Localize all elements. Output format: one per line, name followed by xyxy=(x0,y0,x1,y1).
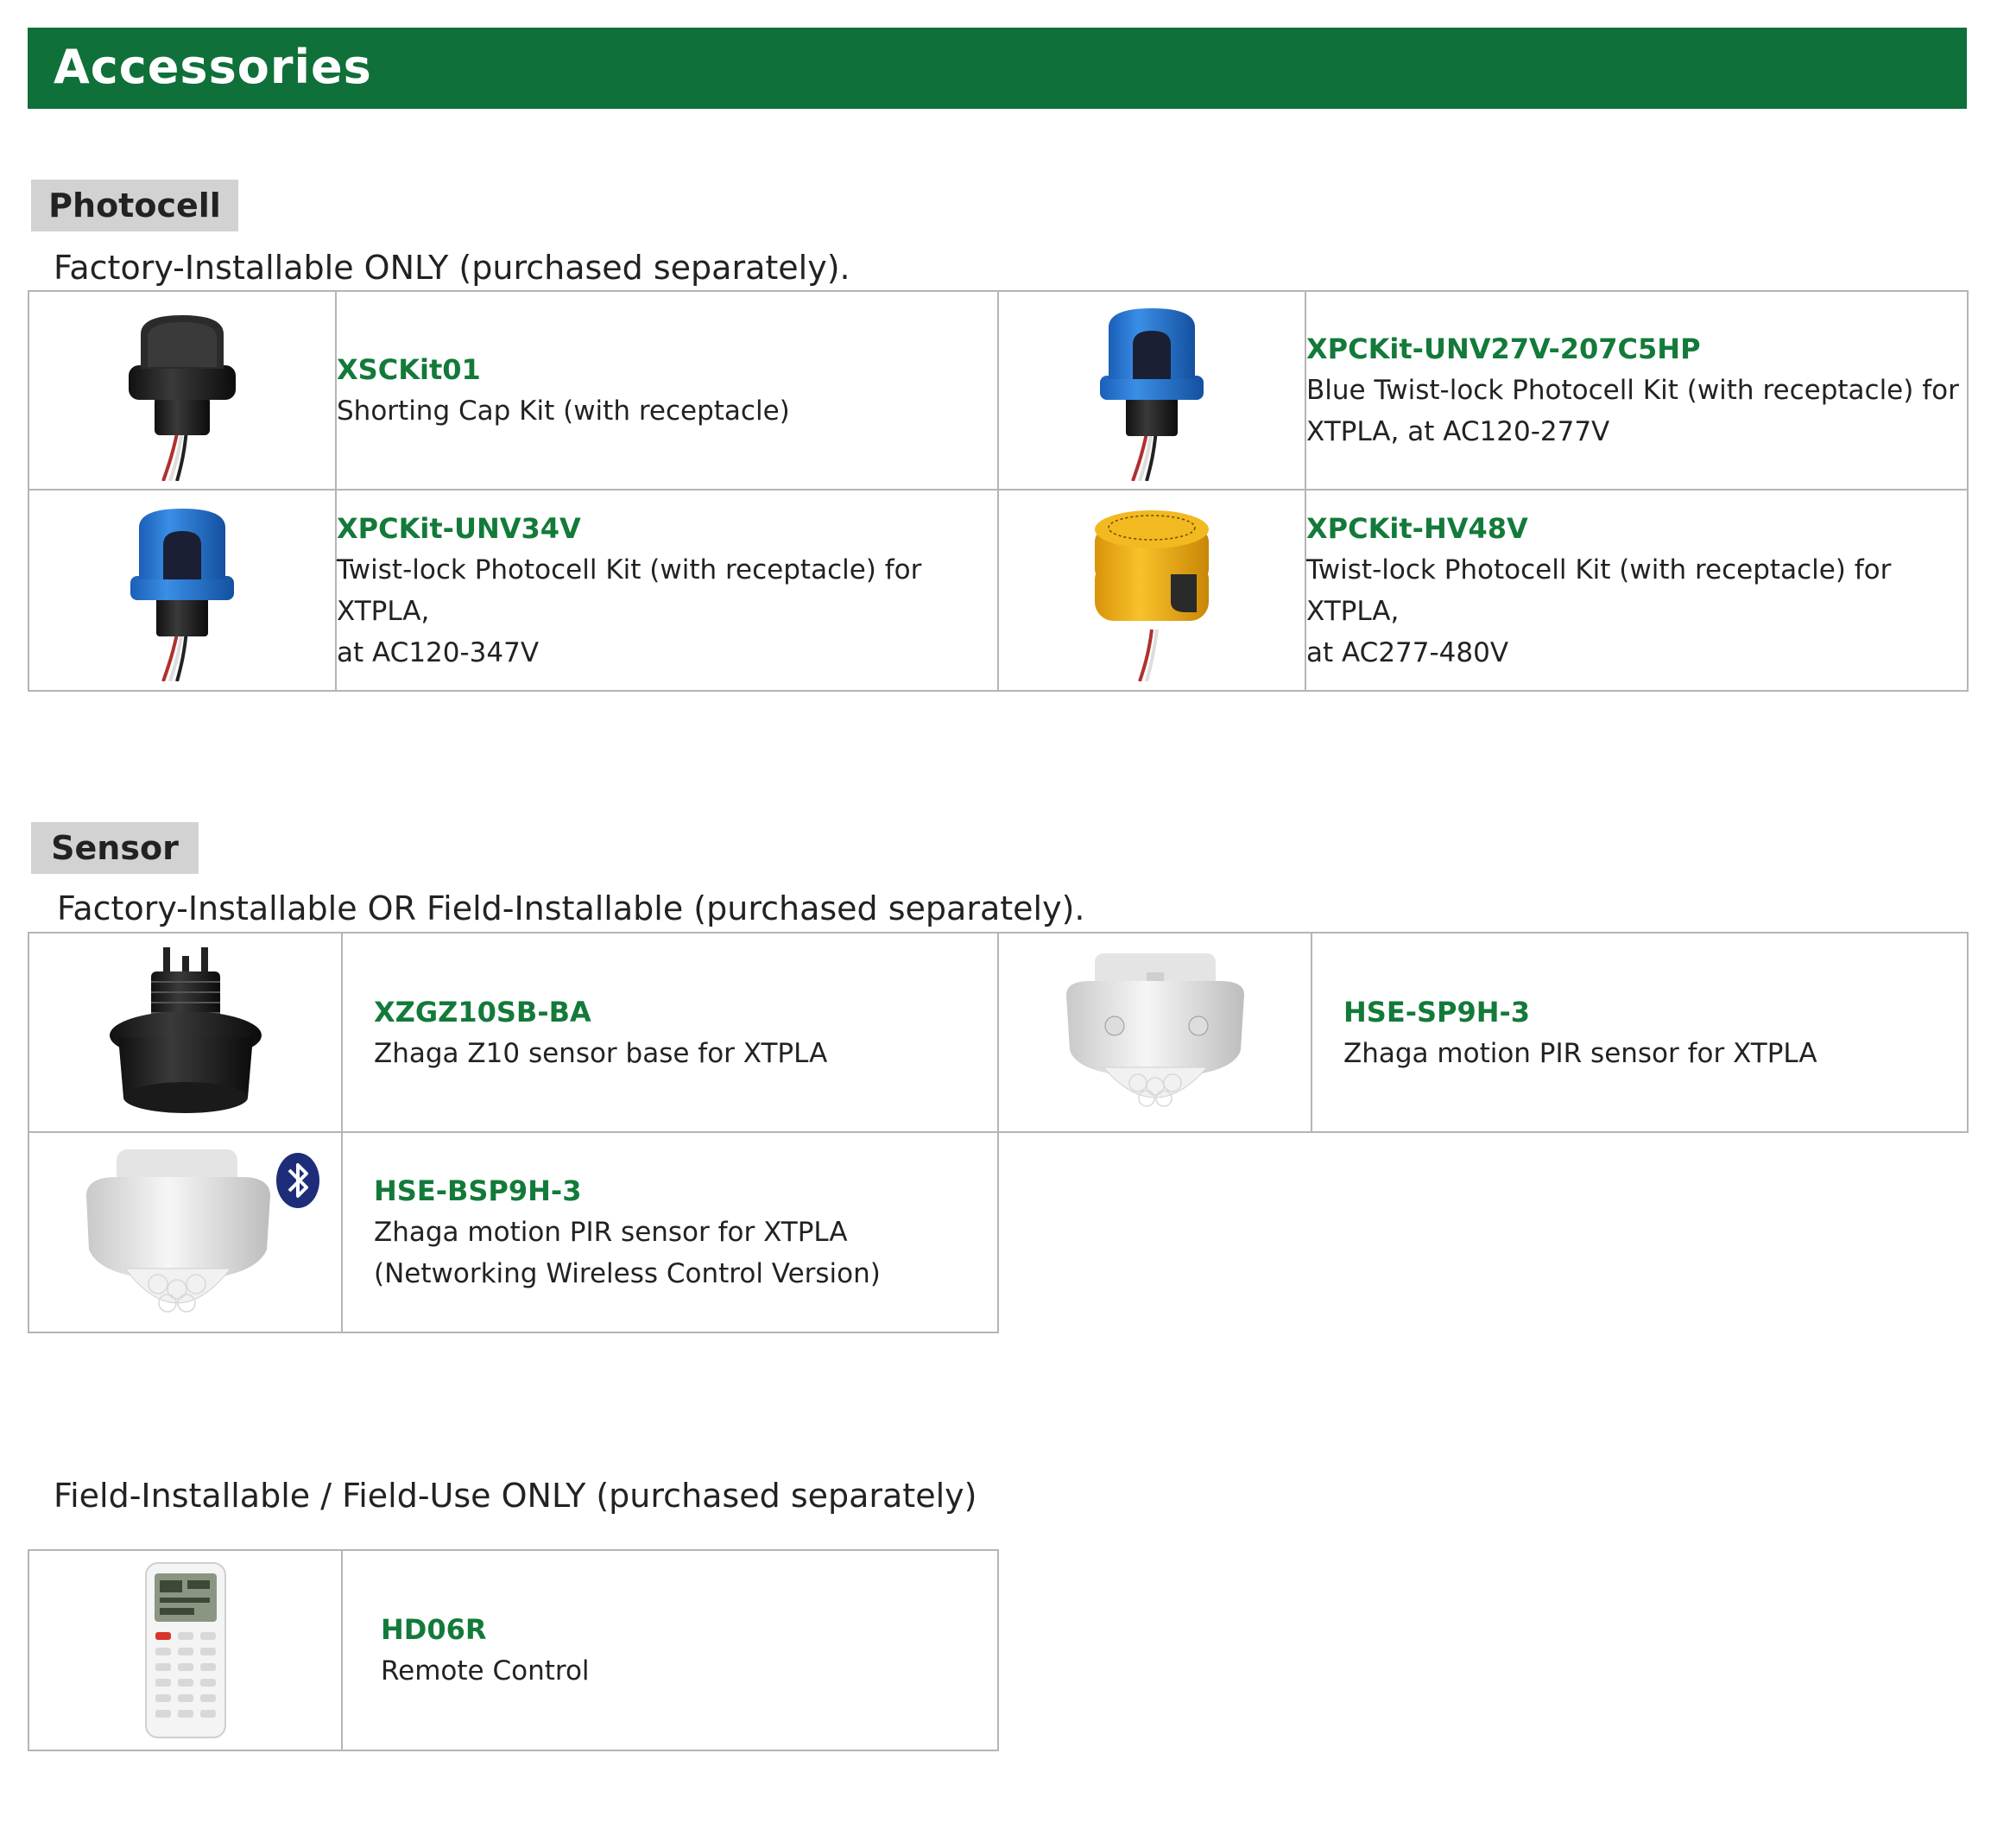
field-table: HD06R Remote Control xyxy=(28,1549,999,1751)
yellow-photocell-icon xyxy=(1095,509,1209,681)
blue-photocell-icon xyxy=(130,508,234,681)
product-code: XSCKit01 xyxy=(337,353,481,386)
product-info-cell: XPCKit-UNV34V Twist-lock Photocell Kit (… xyxy=(335,489,999,692)
product-info-cell: HSE-SP9H-3 Zhaga motion PIR sensor for X… xyxy=(1311,932,1969,1133)
product-description: Zhaga motion PIR sensor for XTPLA xyxy=(1343,1037,1817,1069)
product-image-cell xyxy=(997,290,1306,490)
product-info-cell: HD06R Remote Control xyxy=(341,1549,999,1751)
sensor-table: XZGZ10SB-BA Zhaga Z10 sensor base for XT… xyxy=(28,932,1969,1333)
product-info-cell: HSE-BSP9H-3 Zhaga motion PIR sensor for … xyxy=(341,1131,999,1333)
product-description: Twist-lock Photocell Kit (with receptacl… xyxy=(337,554,922,627)
product-image-cell xyxy=(997,932,1312,1133)
product-info-cell: XSCKit01 Shorting Cap Kit (with receptac… xyxy=(335,290,999,490)
table-row: HSE-BSP9H-3 Zhaga motion PIR sensor for … xyxy=(28,1131,1968,1333)
product-code: HD06R xyxy=(381,1613,487,1646)
product-description: Blue Twist-lock Photocell Kit (with rece… xyxy=(1306,375,1959,406)
photocell-section-label: Photocell xyxy=(31,180,238,231)
pir-sensor-icon xyxy=(1065,952,1244,1107)
product-code: XZGZ10SB-BA xyxy=(374,995,591,1028)
product-description: Twist-lock Photocell Kit (with receptacl… xyxy=(1306,554,1892,627)
product-description-line2: at AC120-347V xyxy=(337,636,540,668)
product-info-cell: XPCKit-UNV27V-207C5HP Blue Twist-lock Ph… xyxy=(1305,290,1969,490)
table-row: HD06R Remote Control xyxy=(28,1549,999,1751)
product-image-cell xyxy=(28,489,337,692)
table-row: XZGZ10SB-BA Zhaga Z10 sensor base for XT… xyxy=(28,932,1969,1133)
page-title: Accessories xyxy=(54,40,372,94)
product-image-cell xyxy=(997,489,1306,692)
table-row: XPCKit-UNV34V Twist-lock Photocell Kit (… xyxy=(28,489,1969,692)
photocell-table: XSCKit01 Shorting Cap Kit (with receptac… xyxy=(28,290,1969,692)
field-note: Field-Installable / Field-Use ONLY (purc… xyxy=(54,1477,977,1515)
product-code: XPCKit-HV48V xyxy=(1306,511,1528,545)
product-code: HSE-BSP9H-3 xyxy=(374,1174,582,1207)
product-code: XPCKit-UNV34V xyxy=(337,511,581,545)
product-code: HSE-SP9H-3 xyxy=(1343,995,1531,1028)
product-code: XPCKit-UNV27V-207C5HP xyxy=(1306,332,1701,365)
black-shorting-cap-icon xyxy=(129,315,236,481)
blue-photocell-icon xyxy=(1100,308,1204,481)
product-description-line2: (Networking Wireless Control Version) xyxy=(374,1258,881,1289)
product-image-cell xyxy=(28,932,343,1133)
product-info-cell: XZGZ10SB-BA Zhaga Z10 sensor base for XT… xyxy=(341,932,999,1133)
bluetooth-pir-sensor-icon xyxy=(85,1149,319,1313)
table-row: XSCKit01 Shorting Cap Kit (with receptac… xyxy=(28,290,1969,490)
product-description-line2: at AC277-480V xyxy=(1306,636,1509,668)
remote-control-icon xyxy=(144,1562,226,1738)
product-description: Zhaga motion PIR sensor for XTPLA xyxy=(374,1217,848,1248)
product-image-cell xyxy=(28,1549,343,1751)
photocell-note: Factory-Installable ONLY (purchased sepa… xyxy=(54,249,850,287)
product-description: Remote Control xyxy=(381,1655,590,1687)
section-banner: Accessories xyxy=(28,28,1967,109)
product-image-cell xyxy=(28,290,337,490)
product-info-cell: XPCKit-HV48V Twist-lock Photocell Kit (w… xyxy=(1305,489,1969,692)
sensor-section-label: Sensor xyxy=(31,822,199,874)
bluetooth-icon xyxy=(275,1153,319,1208)
product-image-cell xyxy=(28,1131,343,1333)
sensor-note: Factory-Installable OR Field-Installable… xyxy=(57,889,1085,927)
product-description: Shorting Cap Kit (with receptacle) xyxy=(337,396,790,427)
product-description-line2: XTPLA, at AC120-277V xyxy=(1306,416,1610,447)
product-description: Zhaga Z10 sensor base for XTPLA xyxy=(374,1037,828,1069)
sensor-base-icon xyxy=(109,946,262,1113)
